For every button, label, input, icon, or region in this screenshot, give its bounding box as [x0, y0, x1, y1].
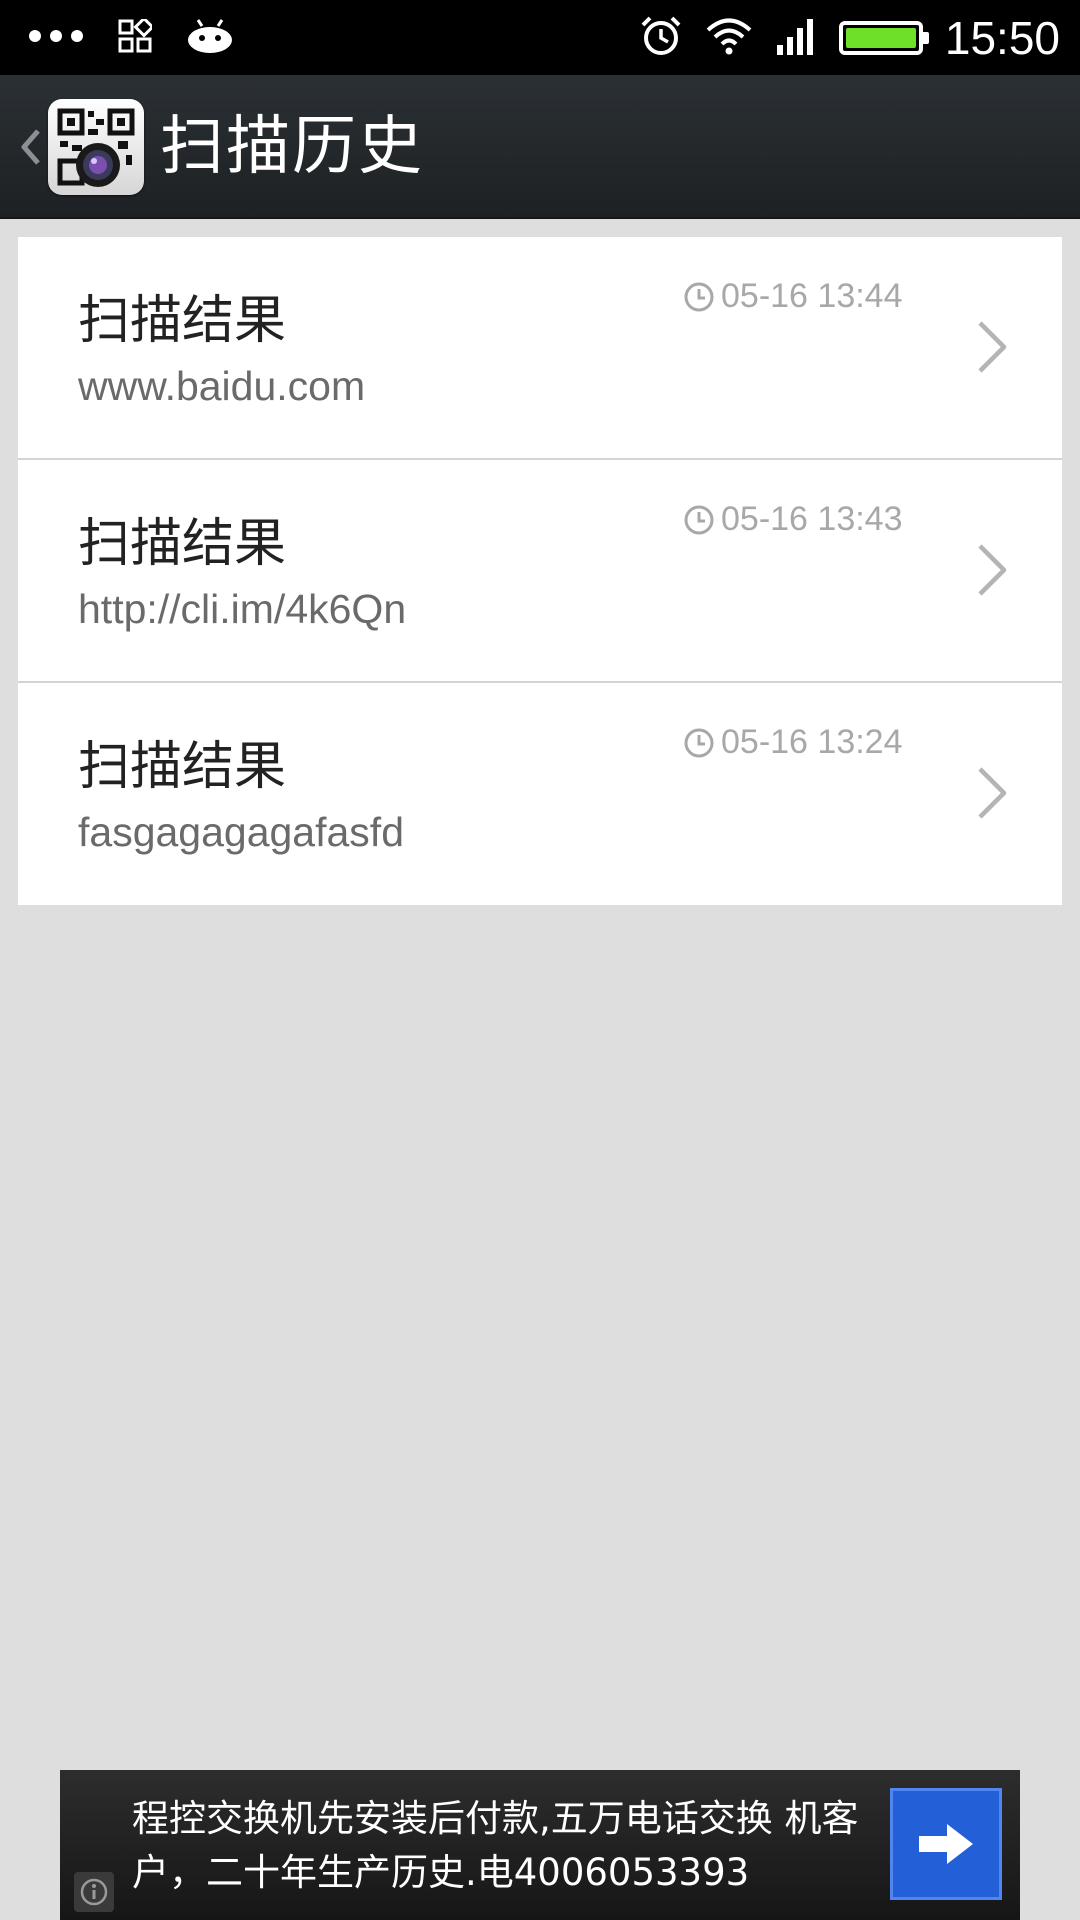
clock-icon [683, 727, 715, 759]
clock-icon [683, 281, 715, 313]
history-list-item[interactable]: 扫描结果 fasgagagagafasfd 05-16 13:24 [18, 683, 1062, 905]
ad-go-button[interactable] [890, 1788, 1002, 1900]
chevron-right-icon [974, 763, 1010, 823]
wifi-icon [705, 17, 753, 59]
battery-level-fill [845, 27, 916, 48]
ad-text[interactable]: 程控交换机先安装后付款,五万电话交换 机客户，二十年生产历史.电40060533… [132, 1792, 882, 1900]
item-title: 扫描结果 [78, 291, 287, 351]
arrow-right-icon [919, 1824, 973, 1864]
status-time: 15:50 [944, 11, 1060, 64]
item-timestamp: 05-16 13:44 [683, 277, 903, 316]
history-list-item[interactable]: 扫描结果 www.baidu.com 05-16 13:44 [18, 237, 1062, 460]
status-bar: 15:50 [0, 0, 1080, 75]
qr-scanner-app-icon[interactable] [48, 99, 144, 195]
back-button[interactable] [14, 115, 48, 179]
item-title: 扫描结果 [78, 737, 287, 797]
page-title: 扫描历史 [160, 110, 424, 184]
item-time-text: 05-16 13:43 [721, 500, 903, 538]
ad-banner[interactable]: 程控交换机先安装后付款,五万电话交换 机客户，二十年生产历史.电40060533… [60, 1770, 1020, 1920]
title-bar: 扫描历史 [0, 75, 1080, 219]
apps-grid-icon [118, 15, 155, 57]
status-left-icons [28, 0, 234, 75]
item-time-text: 05-16 13:44 [721, 277, 903, 315]
item-time-text: 05-16 13:24 [721, 723, 903, 761]
item-content: www.baidu.com [78, 363, 366, 409]
signal-icon [775, 17, 817, 59]
battery-icon [838, 20, 929, 55]
chevron-left-icon [21, 129, 40, 165]
android-icon [186, 18, 234, 58]
more-dots-icon [28, 28, 84, 47]
alarm-icon [639, 14, 683, 62]
item-content: http://cli.im/4k6Qn [78, 586, 407, 632]
history-list-item[interactable]: 扫描结果 http://cli.im/4k6Qn 05-16 13:43 [18, 460, 1062, 683]
clock-icon [683, 504, 715, 536]
item-content: fasgagagagafasfd [78, 809, 404, 855]
chevron-right-icon [974, 317, 1010, 377]
item-title: 扫描结果 [78, 514, 287, 574]
history-list: 扫描结果 www.baidu.com 05-16 13:44 扫描结果 http://c… [18, 237, 1062, 905]
status-right-icons: 15:50 [639, 0, 1060, 75]
item-timestamp: 05-16 13:43 [683, 500, 903, 539]
info-icon[interactable] [74, 1872, 114, 1912]
item-timestamp: 05-16 13:24 [683, 723, 903, 762]
chevron-right-icon [974, 540, 1010, 600]
